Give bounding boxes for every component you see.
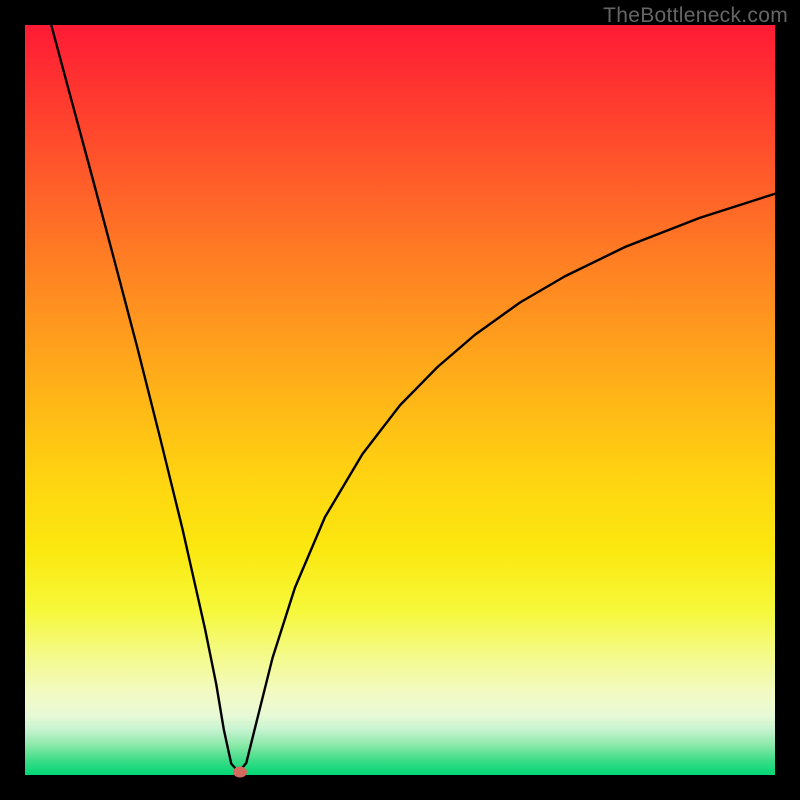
optimum-marker — [233, 767, 247, 778]
bottleneck-curve — [25, 25, 775, 775]
chart-plot-area — [25, 25, 775, 775]
watermark-text: TheBottleneck.com — [603, 4, 788, 28]
